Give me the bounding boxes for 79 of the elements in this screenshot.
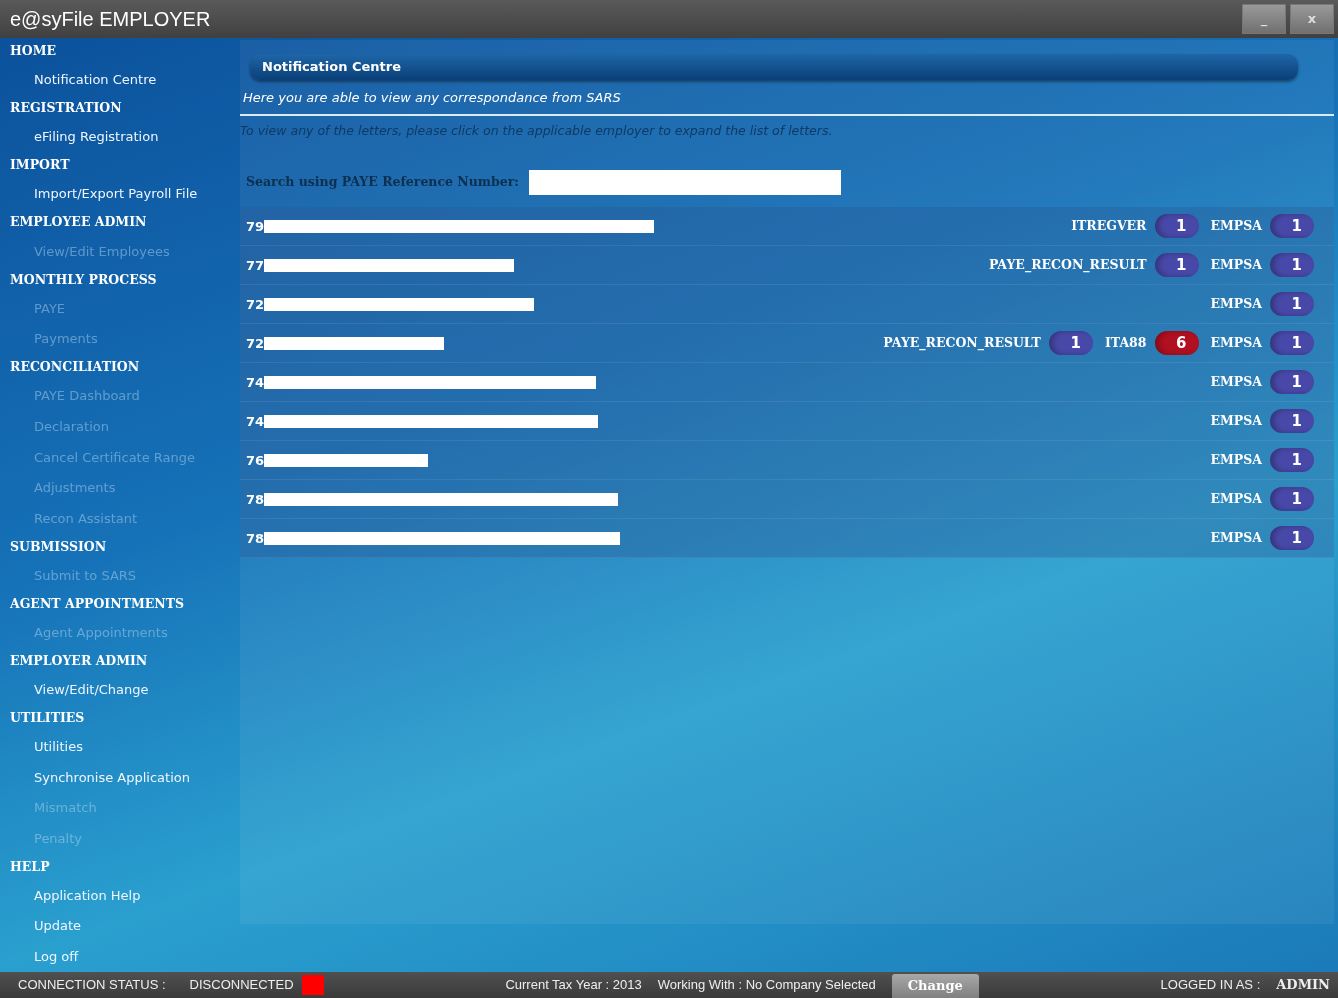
window-title: e@syFile EMPLOYER xyxy=(10,7,211,32)
letter-count-badge: 1 xyxy=(1270,331,1314,356)
search-field[interactable] xyxy=(529,170,841,196)
letter-type: EMPSA xyxy=(1210,255,1262,274)
sidebar-item[interactable]: Synchronise Application xyxy=(10,762,236,793)
employer-row[interactable]: 79 ITREGVER 1 EMPSA 1 xyxy=(240,207,1334,247)
letter-count-badge: 1 xyxy=(1270,409,1314,434)
letter-count-badge: 1 xyxy=(1154,214,1199,239)
letter-count-badge: 1 xyxy=(1270,370,1314,395)
letter-count-badge: 1 xyxy=(1270,292,1314,317)
sidebar-heading: EMPLOYEE ADMIN xyxy=(10,213,148,232)
letter-type: EMPSA xyxy=(1210,372,1262,391)
letter-type: PAYE_RECON_RESULT xyxy=(988,255,1147,275)
sidebar-item[interactable]: View/Edit/Change xyxy=(10,674,236,706)
letter-count-badge: 1 xyxy=(1048,331,1093,356)
logged-in-label: LOGGED IN AS : xyxy=(1160,976,1261,995)
sidebar-heading: HELP xyxy=(10,857,51,876)
close-button[interactable]: x xyxy=(1290,4,1334,34)
letter-type: EMPSA xyxy=(1210,216,1262,235)
minimize-button[interactable]: _ xyxy=(1242,4,1286,34)
employer-row[interactable]: 77 PAYE_RECON_RESULT 1 EMPSA 1 xyxy=(240,246,1334,286)
connection-status-value: DISCONNECTED xyxy=(189,976,294,995)
letter-type: EMPSA xyxy=(1210,294,1262,313)
employer-row[interactable]: 76 EMPSA 1 xyxy=(240,441,1334,481)
letter-type: PAYE_RECON_RESULT xyxy=(883,333,1041,353)
employer-row[interactable]: 78 EMPSA 1 xyxy=(240,519,1334,559)
panel-title: Notification Centre xyxy=(250,54,1298,80)
letter-count-badge: 6 xyxy=(1154,331,1199,356)
sidebar-item[interactable]: Application Help xyxy=(10,880,236,911)
sidebar-heading: REGISTRATION xyxy=(10,99,123,118)
letter-type: EMPSA xyxy=(1210,333,1262,352)
search-label: Search using PAYE Reference Number: xyxy=(246,173,519,192)
sidebar-item[interactable]: Import/Export Payroll File xyxy=(10,178,236,210)
connection-status-label: CONNECTION STATUS : xyxy=(18,976,166,995)
reference-number: 74 xyxy=(246,373,265,392)
letter-type: EMPSA xyxy=(1210,489,1262,508)
letter-count-badge: 1 xyxy=(1270,487,1314,512)
employer-row[interactable]: 78 EMPSA 1 xyxy=(240,480,1334,520)
letter-count-badge: 1 xyxy=(1270,214,1314,239)
instruction-text: To view any of the letters, please click on the applicable employer to expand the list of letters. xyxy=(240,121,834,140)
sidebar-item[interactable]: Notification Centre xyxy=(10,64,236,96)
employer-row[interactable]: 74 EMPSA 1 xyxy=(240,402,1334,442)
letter-type: EMPSA xyxy=(1210,450,1262,469)
sidebar-heading: SUBMISSION xyxy=(10,537,108,556)
letter-type: ITA88 xyxy=(1104,333,1147,352)
change-button[interactable]: Change xyxy=(891,974,979,998)
working-with-text: Working With : No Company Selected xyxy=(657,976,876,995)
letter-count-badge: 1 xyxy=(1270,526,1314,551)
employer-row[interactable]: 72 PAYE_RECON_RESULT 1 ITA88 6 EMPSA 1 xyxy=(240,324,1334,364)
sidebar-item[interactable]: eFiling Registration xyxy=(10,121,236,153)
letter-type: EMPSA xyxy=(1210,411,1262,430)
letter-type: ITREGVER xyxy=(1071,216,1147,235)
reference-number: 72 xyxy=(246,334,265,353)
reference-number: 76 xyxy=(246,451,265,470)
sidebar-item[interactable]: Log off xyxy=(10,941,236,973)
reference-number: 72 xyxy=(246,295,265,314)
employer-row[interactable]: 74 EMPSA 1 xyxy=(240,363,1334,403)
sidebar-heading: AGENT APPOINTMENTS xyxy=(10,594,186,613)
letter-count-badge: 1 xyxy=(1270,448,1314,473)
sidebar-heading: HOME xyxy=(10,41,58,60)
reference-number: 74 xyxy=(246,412,265,431)
sidebar-item[interactable]: Update xyxy=(10,910,236,942)
letter-count-badge: 1 xyxy=(1270,253,1314,278)
sidebar-heading: EMPLOYER ADMIN xyxy=(10,651,149,670)
reference-number: 78 xyxy=(246,529,265,548)
reference-number: 79 xyxy=(246,217,265,236)
letter-count-badge: 1 xyxy=(1154,253,1199,278)
sidebar-heading: IMPORT xyxy=(10,156,71,175)
employer-row[interactable]: 72 EMPSA 1 xyxy=(240,285,1334,325)
sidebar-heading: RECONCILIATION xyxy=(10,358,141,377)
letter-type: EMPSA xyxy=(1210,528,1262,547)
panel-subtitle: Here you are able to view any correspondance from SARS xyxy=(242,89,622,107)
reference-number: 77 xyxy=(246,256,265,275)
sidebar-heading: UTILITIES xyxy=(10,709,86,727)
sidebar-item[interactable]: Utilities xyxy=(10,731,236,763)
reference-number: 78 xyxy=(246,490,265,509)
sidebar-heading: MONTHLY PROCESS xyxy=(10,270,158,289)
tax-year-text: Current Tax Year : 2013 xyxy=(505,976,642,995)
user-name: ADMIN xyxy=(1276,976,1330,995)
